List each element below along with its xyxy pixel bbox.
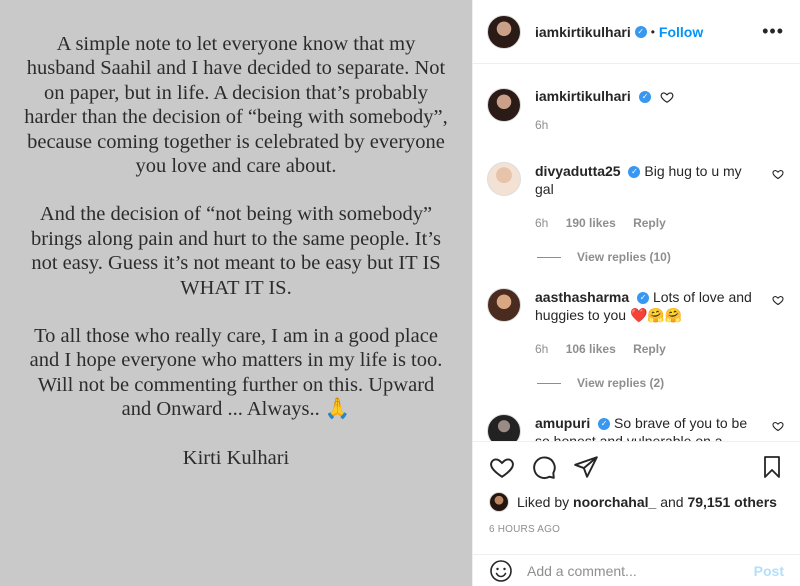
view-replies-label: View replies (10)	[577, 250, 671, 264]
post-text-note: A simple note to let everyone know that …	[21, 32, 451, 470]
caption-time: 6h	[535, 118, 549, 132]
post-comment-button[interactable]: Post	[754, 563, 784, 579]
post-image[interactable]: A simple note to let everyone know that …	[0, 0, 472, 586]
avatar[interactable]	[489, 492, 509, 512]
more-options-icon[interactable]: •••	[762, 21, 784, 42]
comment-like-heart-icon[interactable]	[772, 168, 784, 180]
replies-divider	[537, 256, 561, 258]
liked-by-user[interactable]: noorchahal_	[573, 494, 656, 510]
post-sidebar: iamkirtikulhari ✓ • Follow ••• iamkirtik…	[472, 0, 800, 586]
action-icons	[489, 442, 784, 492]
note-signature: Kirti Kulhari	[182, 446, 290, 469]
heart-outline-icon[interactable]	[660, 90, 674, 104]
comment-meta: 6h 106 likes Reply	[535, 340, 762, 358]
likes-count[interactable]: 79,151 others	[687, 494, 777, 510]
comment-like-heart-icon[interactable]	[772, 420, 784, 432]
comment-meta: 6h 190 likes Reply	[535, 214, 762, 232]
avatar[interactable]	[487, 414, 521, 441]
instagram-post: A simple note to let everyone know that …	[0, 0, 800, 586]
comment-time: 6h	[535, 342, 549, 356]
verified-badge-icon: ✓	[637, 292, 650, 305]
avatar[interactable]	[487, 288, 521, 322]
comment-item: divyadutta25 ✓ Big hug to u my gal 6h 19…	[487, 162, 784, 232]
comment-time: 6h	[535, 216, 549, 230]
follow-button[interactable]: Follow	[659, 24, 703, 40]
comment-item: aasthasharma ✓ Lots of love and huggies …	[487, 288, 784, 358]
comment-bubble-icon[interactable]	[531, 454, 557, 480]
header-username[interactable]: iamkirtikulhari	[535, 24, 631, 40]
post-header: iamkirtikulhari ✓ • Follow •••	[473, 0, 800, 64]
comment-likes[interactable]: 106 likes	[566, 342, 616, 356]
avatar[interactable]	[487, 162, 521, 196]
comment-username[interactable]: aasthasharma	[535, 289, 629, 305]
like-heart-icon[interactable]	[489, 454, 515, 480]
post-timestamp: 6 HOURS AGO	[489, 524, 561, 535]
liked-by-and: and	[660, 494, 684, 510]
bookmark-icon[interactable]	[760, 454, 784, 480]
post-actions: Liked by noorchahal_ and 79,151 others 6…	[473, 441, 800, 535]
comment-input[interactable]	[527, 562, 754, 579]
note-paragraph-2: And the decision of “not being with some…	[31, 203, 441, 299]
avatar[interactable]	[487, 14, 521, 49]
verified-badge-icon: ✓	[598, 418, 611, 431]
share-paper-plane-icon[interactable]	[573, 454, 599, 480]
add-comment-bar: Post	[473, 554, 800, 586]
view-replies-button[interactable]: View replies (2)	[537, 376, 784, 390]
replies-divider	[537, 382, 561, 384]
verified-badge-icon: ✓	[639, 90, 652, 103]
reply-button[interactable]: Reply	[633, 216, 666, 230]
emoji-smiley-icon[interactable]	[489, 559, 513, 583]
avatar[interactable]	[487, 88, 521, 122]
caption-username[interactable]: iamkirtikulhari	[535, 88, 631, 104]
view-replies-label: View replies (2)	[577, 376, 665, 390]
liked-by-prefix: Liked by	[517, 494, 570, 510]
view-replies-button[interactable]: View replies (10)	[537, 250, 784, 264]
comment-likes[interactable]: 190 likes	[566, 216, 616, 230]
separator-dot: •	[650, 24, 655, 39]
liked-by: Liked by noorchahal_ and 79,151 others	[489, 492, 784, 512]
verified-badge-icon: ✓	[634, 25, 647, 38]
comment-username[interactable]: amupuri	[535, 415, 590, 431]
note-paragraph-1: A simple note to let everyone know that …	[24, 33, 448, 178]
note-paragraph-3: To all those who really care, I am in a …	[29, 325, 443, 421]
comment-item: amupuri ✓ So brave of you to be so hones…	[487, 414, 784, 441]
caption: iamkirtikulhari ✓ 6h	[487, 88, 784, 132]
verified-badge-icon: ✓	[628, 166, 641, 179]
reply-button[interactable]: Reply	[633, 342, 666, 356]
comments-list[interactable]: iamkirtikulhari ✓ 6h divyadutta25 ✓ Big …	[473, 64, 800, 441]
comment-like-heart-icon[interactable]	[772, 294, 784, 306]
comment-username[interactable]: divyadutta25	[535, 163, 621, 179]
